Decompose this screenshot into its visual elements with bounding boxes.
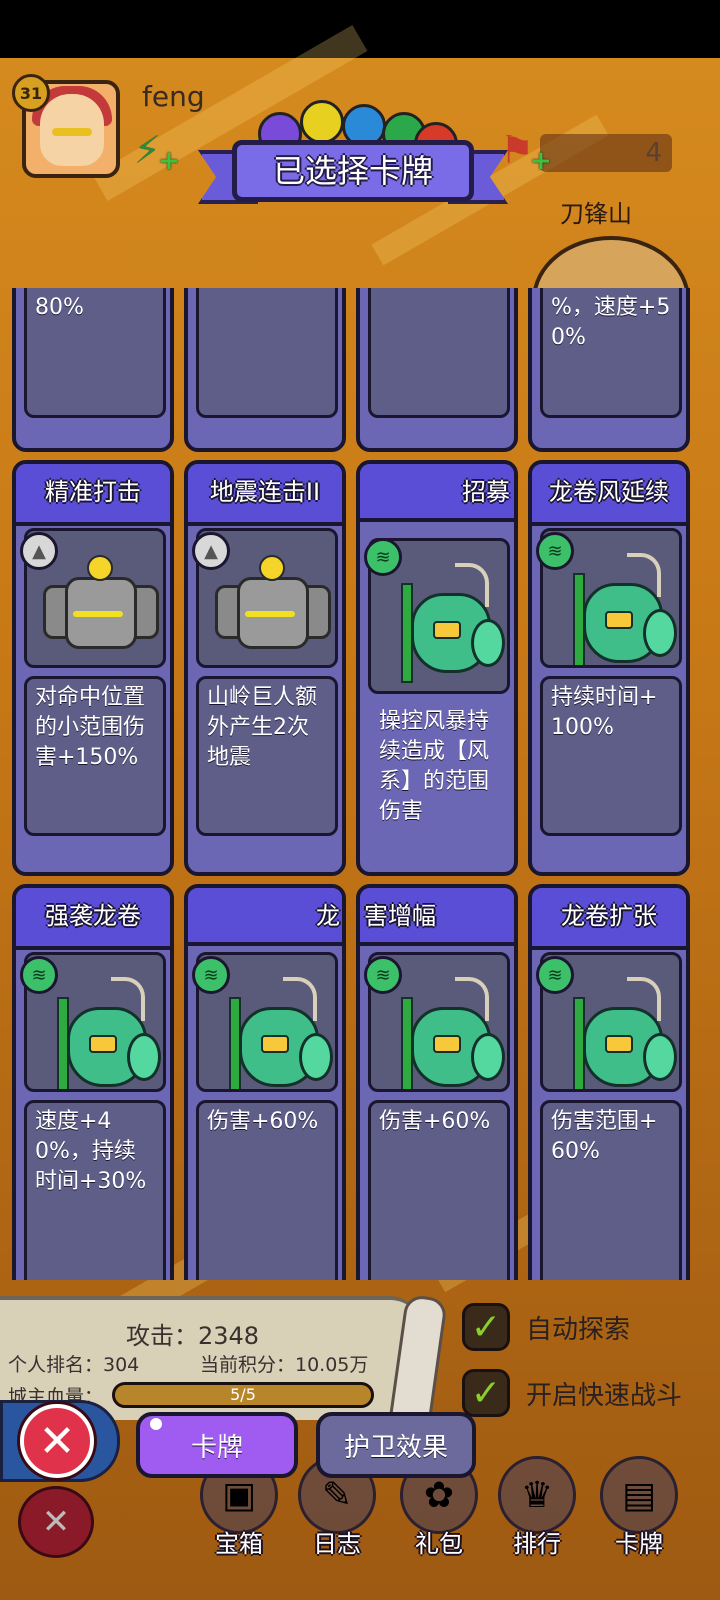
card-recruit[interactable]: 招募 ≋ 操控风暴持续造成【风系】的范围伤害 <box>356 460 518 876</box>
card-precise-strike[interactable]: 精准打击 ▲ 对命中位置的小范围伤害+150% <box>12 460 174 876</box>
card-earthquake-combo[interactable]: 地震连击II ▲ 山岭巨人额外产生2次地震 <box>184 460 346 876</box>
card-tornado-damage-b[interactable]: 害增幅 ≋ 伤害+60% <box>356 884 518 1280</box>
card[interactable] <box>184 288 346 452</box>
card-description: 伤害+60% <box>368 1100 510 1280</box>
rock-icon: ▲ <box>192 532 230 570</box>
card[interactable]: %，速度+50% <box>528 288 690 452</box>
card-description: 操控风暴持续造成【风系】的范围伤害 <box>379 709 490 824</box>
card[interactable] <box>356 288 518 452</box>
tab-guard-effects[interactable]: 护卫效果 <box>316 1412 476 1478</box>
wind-icon: ≋ <box>364 538 402 576</box>
nav-label: 卡牌 <box>615 1530 663 1558</box>
flag-count: 4 <box>540 134 672 172</box>
add-energy-icon[interactable]: + <box>158 146 180 176</box>
selected-cards-banner: 已选择卡牌 <box>232 140 474 202</box>
auto-explore-toggle[interactable]: ✓ 自动探索 <box>462 1298 630 1356</box>
attack-value: 攻击：2348 <box>126 1322 260 1350</box>
card-description: 80% <box>24 288 166 418</box>
card-icon: ▤ <box>600 1456 678 1534</box>
wind-icon: ≋ <box>20 956 58 994</box>
wind-icon: ≋ <box>536 956 574 994</box>
personal-rank: 个人排名：304 <box>8 1354 140 1376</box>
card-tornado-damage-a[interactable]: 龙 ≋ 伤害+60% <box>184 884 346 1280</box>
card-title: 龙 <box>188 888 342 946</box>
card-assault-tornado[interactable]: 强袭龙卷 ≋ 速度+40%，持续时间+30% <box>12 884 174 1280</box>
card-description: 伤害范围+60% <box>540 1100 682 1280</box>
nav-label: 礼包 <box>415 1530 463 1558</box>
card[interactable]: 80% <box>12 288 174 452</box>
card-title: 地震连击II <box>188 464 342 526</box>
player-name: feng <box>142 80 205 113</box>
card-description: 山岭巨人额外产生2次地震 <box>196 676 338 836</box>
lord-hp-text: 5/5 <box>230 1385 256 1404</box>
rock-icon: ▲ <box>20 532 58 570</box>
checkmark-icon[interactable]: ✓ <box>462 1369 510 1417</box>
close-button[interactable]: ✕ <box>20 1404 94 1478</box>
lightning-orb-icon <box>300 100 344 144</box>
map-name: 刀锋山 <box>560 200 632 228</box>
toggle-label: 开启快速战斗 <box>526 1380 683 1411</box>
card-tornado-extend[interactable]: 龙卷风延续 ≋ 持续时间+100% <box>528 460 690 876</box>
nav-label: 日志 <box>313 1530 361 1558</box>
card-description: %，速度+50% <box>540 288 682 418</box>
wind-icon: ≋ <box>364 956 402 994</box>
wind-icon: ≋ <box>192 956 230 994</box>
nav-cards[interactable]: ▤ 卡牌 <box>596 1456 682 1566</box>
card-description: 对命中位置的小范围伤害+150% <box>24 676 166 836</box>
nav-label: 排行 <box>513 1530 561 1558</box>
background-close-icon: ✕ <box>18 1486 94 1558</box>
checkmark-icon[interactable]: ✓ <box>462 1303 510 1351</box>
card-title: 害增幅 <box>360 888 514 946</box>
wind-icon: ≋ <box>536 532 574 570</box>
add-flag-icon[interactable]: + <box>530 146 552 176</box>
fast-battle-toggle[interactable]: ✓ 开启快速战斗 <box>462 1364 682 1422</box>
nav-label: 宝箱 <box>215 1530 263 1558</box>
notification-dot <box>150 1418 162 1430</box>
player-level-badge: 31 <box>12 74 50 112</box>
card-description <box>196 288 338 418</box>
trophy-icon: ♛ <box>498 1456 576 1534</box>
selected-card-grid[interactable]: 80% %，速度+50% 精准打击 ▲ 对命中位置的小范围伤害+150% 地震连… <box>0 288 720 1280</box>
card-description: 伤害+60% <box>196 1100 338 1280</box>
card-description: 速度+40%，持续时间+30% <box>24 1100 166 1280</box>
card-tornado-expand[interactable]: 龙卷扩张 ≋ 伤害范围+60% <box>528 884 690 1280</box>
nav-ranking[interactable]: ♛ 排行 <box>494 1456 580 1566</box>
current-score: 当前积分：10.05万 <box>200 1354 369 1376</box>
toggle-label: 自动探索 <box>526 1314 631 1345</box>
card-description <box>368 288 510 418</box>
card-title: 精准打击 <box>16 464 170 526</box>
card-title: 强袭龙卷 <box>16 888 170 950</box>
card-description: 持续时间+100% <box>540 676 682 836</box>
lord-hp-bar: 5/5 <box>112 1382 374 1408</box>
card-title: 招募 <box>360 464 514 522</box>
card-title: 龙卷扩张 <box>532 888 686 950</box>
card-title: 龙卷风延续 <box>532 464 686 526</box>
